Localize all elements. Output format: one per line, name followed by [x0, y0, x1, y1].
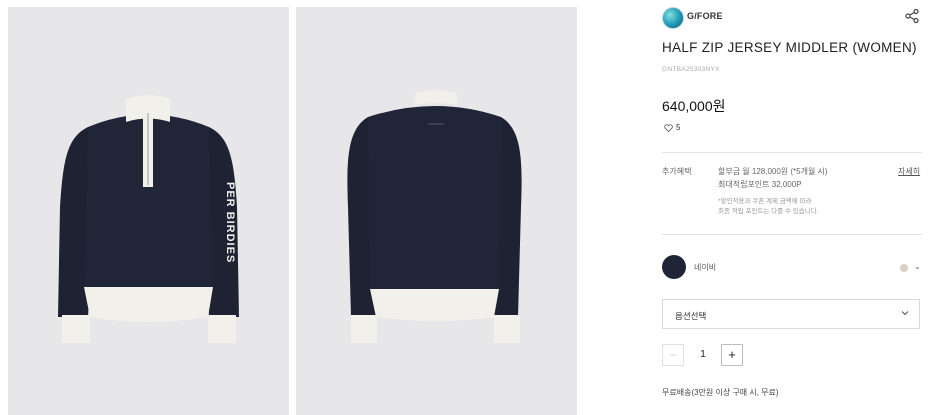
product-code: GNTBA25303NYX: [662, 66, 720, 73]
quantity-increase-button[interactable]: +: [721, 344, 743, 366]
product-price: 640,000원: [662, 98, 726, 114]
shipping-info: 무료배송(3만원 이상 구매 시, 무료): [662, 388, 779, 397]
chevron-down-icon: [901, 311, 909, 316]
benefit-label: 추가혜택: [662, 167, 692, 176]
product-image-front[interactable]: PER BIRDIES: [8, 7, 289, 415]
detail-link[interactable]: 자세히: [898, 166, 920, 177]
product-image-back[interactable]: [296, 7, 577, 415]
chevron-down-icon[interactable]: ⌄: [914, 262, 921, 271]
option-select-label: 옵션선택: [675, 311, 707, 321]
points-info: 최대적립포인트 32,000P: [718, 180, 802, 189]
divider: [662, 152, 922, 153]
color-swatch-beige[interactable]: [900, 264, 908, 272]
installment-info: 할부금 월 128,000원 (*5개월 시): [718, 167, 828, 176]
brand-row: G/FORE: [662, 6, 922, 29]
jacket-back-illustration: [347, 90, 522, 343]
color-name: 네이비: [694, 263, 717, 272]
brand-logo[interactable]: [662, 7, 684, 29]
like-count: 5: [676, 123, 681, 132]
svg-text:PER BIRDIES: PER BIRDIES: [224, 182, 236, 263]
jacket-front-illustration: PER BIRDIES: [58, 95, 239, 343]
share-icon[interactable]: [904, 8, 920, 24]
product-title: HALF ZIP JERSEY MIDDLER (WOMEN): [662, 40, 917, 55]
like-button[interactable]: 5: [664, 123, 680, 132]
benefit-note-2: 최종 적립 포인트는 다를 수 있습니다.: [718, 208, 819, 215]
divider: [662, 234, 922, 235]
brand-name[interactable]: G/FORE: [687, 11, 723, 21]
option-select[interactable]: 옵션선택: [662, 299, 920, 329]
quantity-value: 1: [700, 349, 706, 360]
quantity-decrease-button[interactable]: −: [662, 344, 684, 366]
heart-icon: [664, 123, 673, 132]
color-swatch-navy[interactable]: [662, 255, 686, 279]
benefit-note-1: *할인적용과 쿠폰 계제 금액에 따라: [718, 198, 812, 205]
